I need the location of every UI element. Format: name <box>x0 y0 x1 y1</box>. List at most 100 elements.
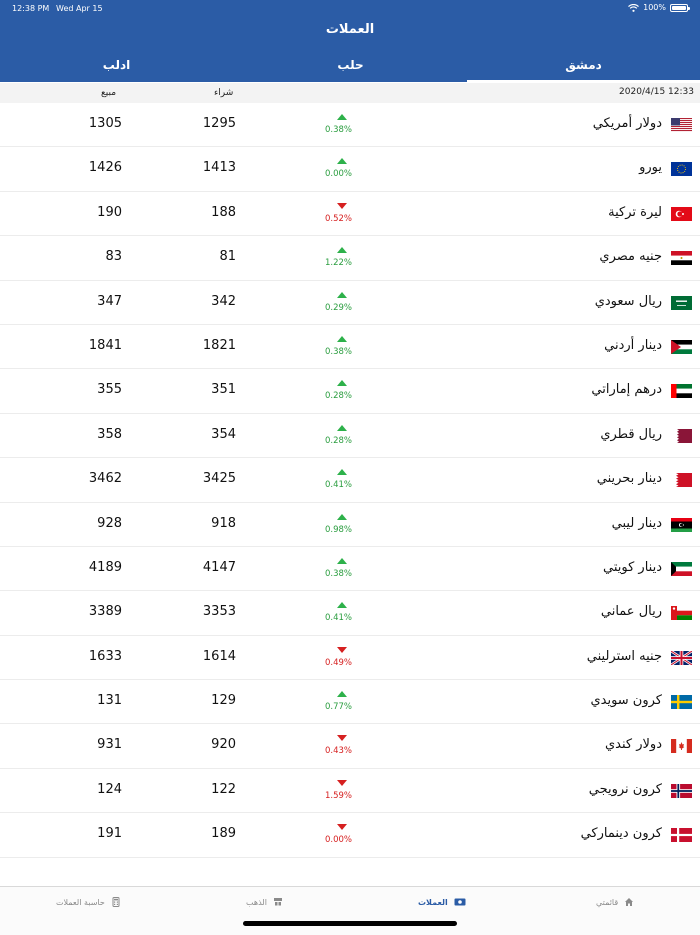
currency-name: ليرة تركية <box>608 204 662 220</box>
change-percent: 0.38% <box>324 346 352 357</box>
change-percent: 0.28% <box>324 391 352 402</box>
buy-column-header: شراء <box>214 88 234 98</box>
tabbar-item-currencies[interactable]: العملات <box>418 897 466 907</box>
sell-price: 358 <box>97 426 122 442</box>
arrow-up-icon <box>337 380 347 387</box>
buy-price: 342 <box>211 293 236 309</box>
sell-price: 191 <box>97 826 122 842</box>
change-percent: 0.43% <box>324 746 352 757</box>
city-tabs: دمشق حلب ادلب <box>0 52 700 82</box>
currency-row[interactable]: ريال عماني 0.41% 3353 3389 <box>0 591 700 636</box>
status-time: 12:38 PM <box>12 4 50 13</box>
sell-price: 1305 <box>88 116 122 131</box>
buy-price: 189 <box>211 826 236 842</box>
arrow-up-icon <box>337 424 347 431</box>
home-icon <box>624 897 634 907</box>
currency-row[interactable]: دينار أردني 0.38% 1821 1841 <box>0 325 700 370</box>
currency-row[interactable]: دولار أمريكي 0.38% 1295 1305 <box>0 103 700 148</box>
currency-name: ريال سعودي <box>594 293 662 309</box>
change-percent: 0.28% <box>324 435 352 446</box>
status-date: Wed Apr 15 <box>56 4 103 13</box>
currency-list: دولار أمريكي 0.38% 1295 1305 يورو 0.00% 1413 14… <box>0 103 700 858</box>
currency-row[interactable]: دولار كندي 0.43% 920 931 <box>0 724 700 769</box>
tabbar-item-gold[interactable]: الذهب <box>246 897 283 907</box>
currency-name: ريال قطري <box>600 426 662 442</box>
buy-price: 1821 <box>202 337 236 353</box>
sell-price: 4189 <box>88 559 122 575</box>
change-percent: 0.38% <box>324 568 352 579</box>
currency-name: ريال عماني <box>600 604 662 620</box>
buy-price: 188 <box>211 204 236 220</box>
change-percent: 0.98% <box>324 524 352 535</box>
currency-row[interactable]: ليرة تركية 0.52% 188 190 <box>0 192 700 237</box>
tabbar-label-mylist: قائمتي <box>596 897 619 907</box>
change-percent: 1.22% <box>324 258 352 269</box>
change-percent: 0.38% <box>324 125 352 135</box>
currency-row[interactable]: درهم إماراتي 0.28% 351 355 <box>0 369 700 414</box>
currency-name: يورو <box>639 160 662 176</box>
tabbar-item-mylist[interactable]: قائمتي <box>596 897 634 907</box>
gb-flag <box>671 650 692 665</box>
currency-row[interactable]: دينار ليبي 0.98% 918 928 <box>0 503 700 547</box>
sell-price: 931 <box>97 737 122 753</box>
currency-row[interactable]: ريال قطري 0.28% 354 358 <box>0 414 700 459</box>
arrow-up-icon <box>337 114 347 120</box>
tab-aleppo[interactable]: حلب <box>234 52 467 82</box>
tabbar-label-gold: الذهب <box>246 897 267 907</box>
list-header: 2020/4/15 12:33 شراء مبيع <box>0 83 700 103</box>
currency-name: كرون نرويجي <box>588 781 662 797</box>
sell-price: 3462 <box>88 471 122 487</box>
arrow-up-icon <box>337 513 347 520</box>
change-percent: 0.00% <box>324 169 352 180</box>
buy-price: 920 <box>211 737 236 753</box>
currency-row[interactable]: يورو 0.00% 1413 1426 <box>0 147 700 192</box>
tabbar-label-currencies: العملات <box>418 897 448 907</box>
sell-price: 3389 <box>88 604 122 620</box>
tab-idlib[interactable]: ادلب <box>0 52 233 82</box>
currency-name: دولار أمريكي <box>592 116 662 131</box>
currency-name: درهم إماراتي <box>591 382 662 398</box>
arrow-down-icon <box>337 824 347 831</box>
eg-flag <box>671 251 692 266</box>
currency-name: دينار بحريني <box>596 471 662 487</box>
currency-name: دينار كويتي <box>603 559 662 575</box>
currency-row[interactable]: جنيه استرليني 0.49% 1614 1633 <box>0 636 700 681</box>
currency-name: دينار أردني <box>604 337 662 353</box>
currency-name: دينار ليبي <box>611 515 662 531</box>
bh-flag <box>671 473 692 488</box>
currency-row[interactable]: كرون سويدي 0.77% 129 131 <box>0 680 700 725</box>
sell-price: 83 <box>105 249 122 265</box>
status-right: 100% <box>628 3 690 12</box>
qa-flag <box>671 428 692 443</box>
kw-flag <box>671 561 692 576</box>
sell-price: 1633 <box>88 648 122 664</box>
status-bar: 12:38 PM Wed Apr 15 100% <box>0 0 700 16</box>
sell-price: 131 <box>97 693 122 709</box>
arrow-up-icon <box>337 691 347 698</box>
arrow-down-icon <box>337 646 347 653</box>
wifi-icon <box>628 3 640 12</box>
change-percent: 0.00% <box>324 835 352 846</box>
tr-flag <box>671 206 692 221</box>
currency-icon <box>454 897 466 907</box>
battery-percent: 100% <box>643 3 666 12</box>
currency-row[interactable]: كرون نرويجي 1.59% 122 124 <box>0 769 700 814</box>
currency-name: جنيه استرليني <box>586 648 662 664</box>
currency-row[interactable]: كرون دينماركي 0.00% 189 191 <box>0 813 700 858</box>
sell-price: 1426 <box>88 160 122 176</box>
currency-row[interactable]: دينار بحريني 0.41% 3425 3462 <box>0 458 700 503</box>
buy-price: 81 <box>219 249 236 265</box>
tab-damascus[interactable]: دمشق <box>467 52 700 82</box>
tabbar-item-calculator[interactable]: حاسبة العملات <box>56 897 121 907</box>
arrow-up-icon <box>337 602 347 609</box>
sell-price: 928 <box>97 515 122 531</box>
dk-flag <box>671 828 692 843</box>
currency-name: كرون سويدي <box>590 693 662 709</box>
currency-row[interactable]: دينار كويتي 0.38% 4147 4189 <box>0 547 700 592</box>
buy-price: 351 <box>211 382 236 398</box>
buy-price: 129 <box>211 693 236 709</box>
currency-row[interactable]: ريال سعودي 0.29% 342 347 <box>0 281 700 325</box>
currency-row[interactable]: جنيه مصري 1.22% 81 83 <box>0 236 700 281</box>
jo-flag <box>671 339 692 354</box>
arrow-up-icon <box>337 335 347 342</box>
